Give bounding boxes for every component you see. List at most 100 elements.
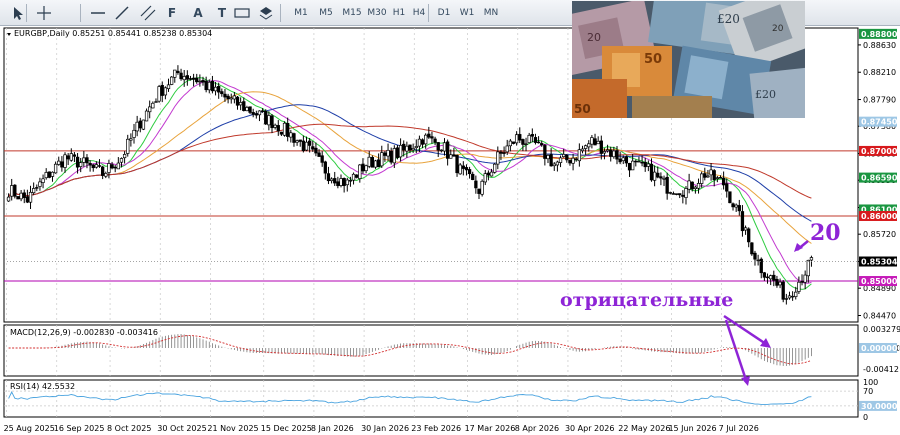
candle-body: [502, 152, 506, 154]
x-axis-label: 21 Nov 2025: [207, 424, 258, 433]
candle-body: [358, 164, 362, 179]
rsi-label: RSI(14) 42.5532: [10, 382, 75, 391]
candle-body: [511, 141, 516, 144]
candle-body: [756, 259, 760, 262]
candle-body: [257, 110, 262, 116]
candle-body: [715, 177, 719, 180]
crosshair-icon[interactable]: [34, 4, 54, 22]
candle-body: [649, 163, 654, 181]
candle-body: [367, 156, 371, 167]
candle-body: [687, 180, 691, 190]
x-axis-label: 8 Jan 2026: [311, 424, 354, 433]
candle-body: [696, 183, 701, 189]
candle-body: [775, 278, 779, 286]
candle-body: [69, 153, 73, 161]
candle-body: [499, 151, 503, 154]
candle-body: [797, 281, 801, 292]
candle-body: [79, 162, 83, 168]
horizontal-line-icon[interactable]: [88, 4, 108, 22]
timeframe-d1[interactable]: D1: [435, 4, 453, 22]
price-tag-label: 0.86000: [861, 212, 898, 221]
candle-body: [235, 96, 240, 106]
candle-body: [129, 138, 133, 141]
candle-body: [85, 157, 89, 164]
timeframe-h1[interactable]: H1: [390, 4, 408, 22]
timeframe-m30[interactable]: M30: [365, 4, 389, 22]
timeframe-w1[interactable]: W1: [458, 4, 476, 22]
trendline-icon[interactable]: [112, 4, 132, 22]
candle-body: [769, 275, 773, 280]
candle-body: [122, 154, 127, 159]
candle-body: [781, 281, 785, 300]
candle-body: [176, 70, 180, 74]
candle-body: [339, 178, 343, 186]
candle-body: [743, 227, 748, 231]
candle-body: [320, 155, 324, 163]
candle-body: [445, 141, 450, 159]
candle-body: [198, 80, 202, 83]
candle-body: [267, 115, 271, 126]
candle-body: [38, 181, 42, 187]
timeframe-h4[interactable]: H4: [410, 4, 428, 22]
candle-body: [57, 160, 61, 165]
candle-body: [398, 144, 403, 158]
candle-body: [420, 139, 425, 145]
fibonacci-icon[interactable]: F: [162, 4, 182, 22]
candle-body: [163, 87, 168, 96]
timeframe-m5[interactable]: M5: [317, 4, 335, 22]
candle-body: [323, 161, 327, 174]
candle-body: [778, 281, 782, 286]
timeframe-mn[interactable]: MN: [482, 4, 500, 22]
candle-body: [489, 171, 494, 177]
candle-body: [94, 164, 99, 168]
candle-body: [101, 166, 105, 176]
candle-body: [333, 178, 337, 184]
candle-body: [273, 124, 277, 128]
candle-body: [182, 76, 186, 81]
candle-body: [148, 106, 152, 113]
candle-body: [254, 113, 258, 116]
candle-body: [19, 192, 23, 200]
candle-body: [317, 152, 321, 157]
candle-body: [44, 172, 48, 179]
candle-body: [411, 148, 415, 151]
channel-icon[interactable]: [138, 4, 158, 22]
candle-body: [681, 194, 685, 197]
rectangle-icon[interactable]: [232, 4, 252, 22]
candle-body: [634, 160, 638, 163]
candle-body: [737, 205, 741, 212]
candle-body: [728, 191, 732, 204]
candle-body: [166, 84, 171, 90]
timeframe-m1[interactable]: M1: [292, 4, 310, 22]
candle-body: [577, 149, 582, 162]
cursor-icon[interactable]: [8, 4, 28, 22]
candle-body: [223, 93, 227, 98]
x-axis-label: 22 May 2026: [618, 424, 670, 433]
candle-body: [408, 144, 412, 151]
candle-body: [251, 112, 255, 115]
candle-body: [558, 157, 563, 163]
timeframe-m15[interactable]: M15: [340, 4, 364, 22]
candle-body: [389, 150, 393, 163]
candle-body: [486, 172, 491, 176]
candle-body: [571, 157, 575, 164]
candle-body: [439, 149, 444, 152]
candle-body: [455, 154, 459, 174]
candle-body: [25, 196, 30, 203]
rsi-tick-label: 100: [863, 378, 878, 387]
candle-body: [173, 69, 177, 78]
text-icon[interactable]: A: [188, 4, 208, 22]
candle-body: [753, 252, 757, 260]
x-axis-label: 8 Apr 2026: [515, 424, 559, 433]
candle-body: [442, 142, 447, 152]
candle-body: [794, 291, 798, 297]
candle-body: [248, 106, 252, 113]
y-axis-tick-label: 0.88630: [863, 41, 896, 50]
candle-body: [787, 295, 792, 299]
candle-body: [747, 228, 751, 243]
candle-body: [185, 75, 189, 80]
text-label-icon[interactable]: T: [212, 4, 232, 22]
shapes-icon[interactable]: [256, 4, 276, 22]
candle-body: [6, 196, 11, 202]
candle-body: [370, 157, 375, 168]
